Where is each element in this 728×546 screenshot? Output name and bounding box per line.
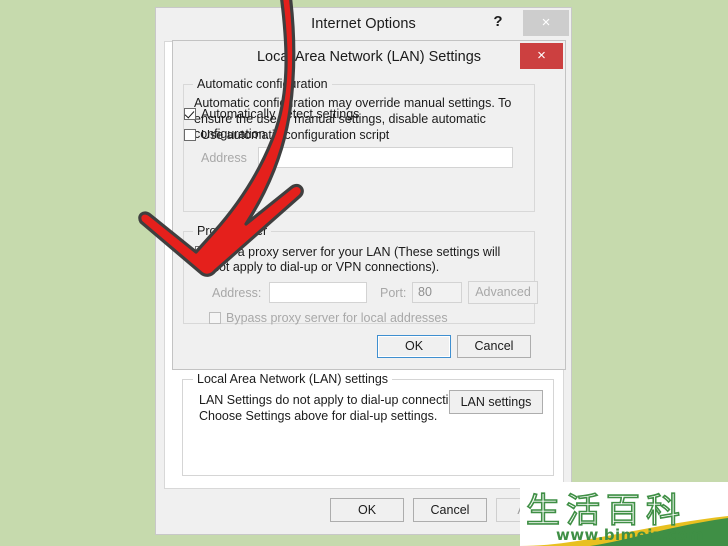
lan-settings-description: LAN Settings do not apply to dial-up con…	[199, 392, 472, 424]
proxy-advanced-button: Advanced	[468, 281, 538, 304]
help-icon[interactable]: ?	[489, 13, 507, 30]
internet-options-title: Internet Options	[311, 16, 416, 32]
script-address-label: Address	[201, 151, 247, 165]
use-proxy-server-label: Use a proxy server for your LAN (These s…	[212, 245, 501, 274]
watermark-url: www.bimeiz.com	[556, 526, 704, 544]
bypass-proxy-checkbox	[209, 312, 221, 324]
lan-settings-titlebar: Local Area Network (LAN) Settings ×	[173, 41, 565, 73]
proxy-server-legend: Proxy server	[193, 224, 272, 238]
lan-settings-ok-button[interactable]: OK	[377, 335, 451, 358]
lan-settings-groupbox: Local Area Network (LAN) settings LAN Se…	[182, 372, 554, 476]
proxy-port-label: Port:	[380, 286, 407, 300]
lan-settings-title: Local Area Network (LAN) Settings	[256, 49, 482, 65]
script-address-input[interactable]	[258, 147, 513, 168]
lan-settings-button[interactable]: LAN settings	[449, 390, 543, 414]
automatically-detect-settings-label: Automatically detect settings	[201, 107, 360, 121]
internet-options-cancel-button[interactable]: Cancel	[413, 498, 487, 522]
proxy-address-label: Address:	[212, 286, 262, 300]
lan-description-line-2: Choose Settings above for dial-up settin…	[199, 409, 438, 423]
close-icon[interactable]: ×	[523, 10, 569, 36]
lan-description-line-1: LAN Settings do not apply to dial-up con…	[199, 393, 473, 407]
lan-settings-dialog: Local Area Network (LAN) Settings × Auto…	[172, 40, 566, 370]
automatically-detect-settings-checkbox[interactable]	[184, 108, 196, 120]
automatic-configuration-legend: Automatic configuration	[193, 77, 332, 91]
close-icon[interactable]: ×	[520, 43, 563, 69]
internet-options-titlebar: Internet Options ? ×	[156, 8, 571, 39]
lan-settings-groupbox-legend: Local Area Network (LAN) settings	[193, 372, 393, 386]
watermark-characters: 生活百科	[525, 490, 686, 532]
internet-options-ok-button[interactable]: OK	[330, 498, 404, 522]
watermark: 生活百科 www.bimeiz.com	[520, 482, 728, 546]
use-proxy-server-checkbox[interactable]	[195, 246, 207, 258]
proxy-port-input[interactable]: 80	[412, 282, 462, 303]
use-automatic-configuration-script-checkbox[interactable]	[184, 129, 196, 141]
internet-options-button-row: OK Cancel Apply	[156, 498, 571, 536]
lan-settings-cancel-button[interactable]: Cancel	[457, 335, 531, 358]
bypass-proxy-label: Bypass proxy server for local addresses	[226, 311, 448, 325]
proxy-address-input[interactable]	[269, 282, 367, 303]
proxy-server-groupbox: Proxy server Use a proxy server for your…	[183, 224, 538, 325]
use-automatic-configuration-script-label: Use automatic configuration script	[201, 128, 390, 142]
